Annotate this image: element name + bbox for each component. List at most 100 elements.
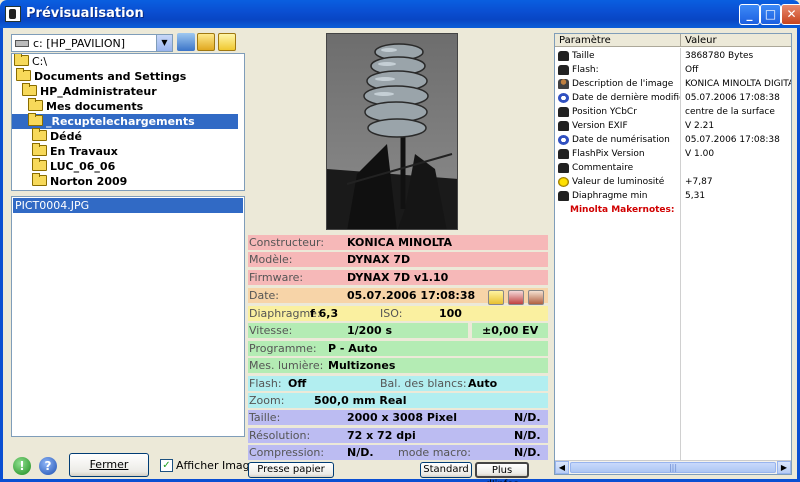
folder-icon [22,83,37,96]
info-row-constructeur: Constructeur: KONICA MINOLTA [248,235,548,250]
tree-item[interactable]: _Recuptelechargements [12,113,238,129]
table-row[interactable]: Date de numérisation 05.07.2006 17:08:38 [555,133,791,147]
tree-item-label: C:\ [32,55,48,68]
table-row[interactable]: Valeur de luminosité +7,87 [555,175,791,189]
tree-item-label: Documents and Settings [34,70,187,83]
info-row-resolution: Résolution: 72 x 72 dpi N/D. [248,428,548,443]
new-folder-icon[interactable] [218,33,236,51]
exif-param: Commentaire [572,163,634,173]
file-list[interactable]: PICT0004.JPG [11,196,245,437]
drive-select-value: c: [HP_PAVILION] [33,37,126,50]
exif-value: 5,31 [685,191,706,201]
exif-param: Date de numérisation [572,135,670,145]
clipboard-button[interactable]: Presse papier [248,462,334,478]
tree-item[interactable]: Documents and Settings [16,68,187,84]
more-info-button[interactable]: Plus d'infos [475,462,529,482]
exif-param: FlashPix Version [572,149,645,159]
tree-item-label: Mes documents [46,100,144,113]
chevron-down-icon[interactable]: ▼ [156,35,172,51]
table-row[interactable]: Flash: Off [555,63,791,77]
info-row-programme: Programme: P - Auto [248,341,548,356]
table-row[interactable]: Minolta Makernotes: [555,203,791,217]
scroll-thumb[interactable]: ||| [570,462,776,473]
tree-item[interactable]: Dédé [32,128,82,144]
table-row[interactable]: Commentaire [555,161,791,175]
column-header-value[interactable]: Valeur [682,34,791,47]
list-item[interactable]: PICT0004.JPG [13,198,243,213]
standard-button[interactable]: Standard [420,462,472,478]
window-title: Prévisualisation [26,6,144,21]
tree-item[interactable]: Mes documents [28,98,144,114]
insulator-photo [327,34,457,229]
tree-item-label: LUC_06_06 [50,160,116,173]
camera-icon [558,191,569,201]
clock-icon [558,93,569,103]
tree-item[interactable]: C:\ [14,54,47,69]
exif-value: 05.07.2006 17:08:38 [685,135,780,145]
folder-up-icon[interactable] [197,33,215,51]
clock-icon [558,135,569,145]
drive-icon [15,40,29,47]
tree-item[interactable]: En Travaux [32,143,118,159]
table-row[interactable]: FlashPix Version V 1.00 [555,147,791,161]
horizontal-scrollbar[interactable]: ◀ ||| ▶ [555,460,791,474]
folder-tree[interactable]: C:\ Documents and Settings HP_Administrate… [11,53,245,191]
exif-param: Date de dernière modific... [572,93,680,103]
table-row[interactable]: Position YCbCr centre de la surface [555,105,791,119]
info-row-zoom: Zoom: 500,0 mm Real [248,393,548,408]
info-row-compression-macro: Compression: N/D. mode macro: N/D. [248,445,548,460]
help-icon[interactable]: ? [39,457,57,475]
table-row[interactable]: Description de l'image KONICA MINOLTA DIG… [555,77,791,91]
exif-grid-header: Paramètre Valeur [555,34,791,47]
column-header-param[interactable]: Paramètre [555,34,681,47]
show-image-label: Afficher Image [176,459,257,472]
drive-select[interactable]: c: [HP_PAVILION] ▼ [11,34,173,52]
exif-param: Flash: [572,65,599,75]
info-icon[interactable]: ! [13,457,31,475]
folder-icon[interactable] [488,290,504,305]
table-row[interactable]: Date de dernière modific... 05.07.2006 17… [555,91,791,105]
exif-param: Diaphragme min [572,191,648,201]
camera-icon [558,149,569,159]
camera-icon [558,121,569,131]
info-row-ev: ±0,00 EV [472,323,548,338]
exif-param: Valeur de luminosité [572,177,665,187]
exif-value: 3868780 Bytes [685,51,754,61]
table-row[interactable]: Diaphragme min 5,31 [555,189,791,203]
close-window-button[interactable]: ✕ [781,4,800,25]
title-bar[interactable]: Prévisualisation _ □ ✕ [0,0,800,28]
folder-icon [32,143,47,156]
tree-item-label: Norton 2009 [50,175,128,188]
sun-icon [558,177,569,187]
edit-icon[interactable] [508,290,524,305]
camera-icon [558,163,569,173]
camera-icon [558,107,569,117]
show-image-checkbox[interactable]: ✓ [160,459,173,472]
folder-icon [28,98,43,111]
exif-param: Position YCbCr [572,107,637,117]
info-row-taille: Taille: 2000 x 3008 Pixel N/D. [248,410,548,425]
folder-icon [32,128,47,141]
close-button[interactable]: Fermer [69,453,149,477]
table-row[interactable]: Version EXIF V 2.21 [555,119,791,133]
scroll-left-icon[interactable]: ◀ [555,461,569,474]
info-row-vitesse: Vitesse: 1/200 s [248,323,468,338]
app-icon [5,6,21,22]
exif-param: Taille [572,51,595,61]
info-row-aperture-iso: Diaphragme: f 6,3 ISO: 100 [248,306,548,321]
exif-grid[interactable]: Paramètre Valeur Taille 3868780 Bytes Flas… [554,33,792,475]
exif-param: Minolta Makernotes: [570,205,675,215]
minimize-button[interactable]: _ [739,4,760,25]
table-row[interactable]: Taille 3868780 Bytes [555,49,791,63]
network-drive-icon[interactable] [177,33,195,51]
scroll-right-icon[interactable]: ▶ [777,461,791,474]
maximize-button[interactable]: □ [760,4,781,25]
camera-icon [558,51,569,61]
info-row-flash-wb: Flash: Off Bal. des blancs: Auto [248,376,548,391]
tree-item[interactable]: Norton 2009 [32,173,128,189]
tree-item-label: _Recuptelechargements [46,115,195,128]
tree-item[interactable]: LUC_06_06 [32,158,116,174]
exif-value: 05.07.2006 17:08:38 [685,93,780,103]
tools-icon[interactable] [528,290,544,305]
tree-item[interactable]: HP_Administrateur [22,83,157,99]
